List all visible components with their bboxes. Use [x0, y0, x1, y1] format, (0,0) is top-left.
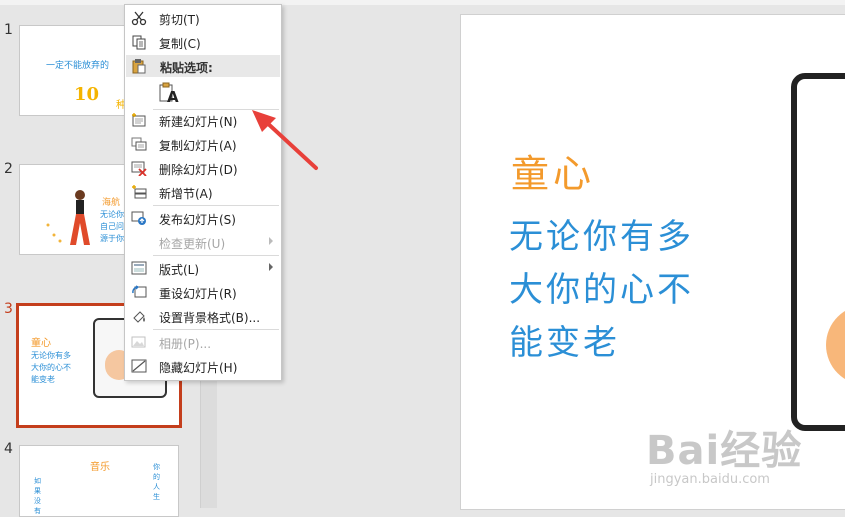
copy-icon [132, 35, 146, 50]
scissors-icon [131, 11, 147, 26]
photo-album-icon [131, 336, 146, 348]
duplicate-slide-icon [131, 137, 147, 151]
paste-icon [132, 59, 146, 74]
dancer-figure [46, 190, 90, 245]
layout-icon [131, 261, 147, 275]
menu-item-photo-album-label: 相册(P)... [159, 337, 212, 351]
thumb-2-line1: 海航 [102, 198, 121, 208]
thumb-3-line3: 能变老 [31, 375, 55, 384]
menu-item-format-background-label: 设置背景格式(B)... [159, 311, 261, 325]
submenu-arrow-icon [269, 263, 273, 271]
menu-item-hide-slide[interactable]: 隐藏幻灯片(H) [125, 355, 281, 377]
menu-item-cut-label: 剪切(T) [159, 13, 200, 27]
menu-item-add-section-label: 新增节(A) [159, 187, 213, 201]
menu-item-duplicate-slide-label: 复制幻灯片(A) [159, 139, 237, 153]
thumb-4-title: 音乐 [90, 462, 110, 473]
menu-item-check-updates[interactable]: 检查更新(U) [125, 231, 281, 253]
annotation-arrow-icon [252, 110, 318, 170]
paste-options-header: 粘贴选项: [126, 55, 280, 77]
menu-item-layout[interactable]: 版式(L) [125, 257, 281, 279]
paste-option-glyph: A [167, 88, 179, 106]
menu-item-add-section[interactable]: 新增节(A) [125, 181, 281, 203]
thumb-3-line1: 无论你有多 [31, 351, 71, 360]
menu-separator [153, 205, 279, 206]
add-section-icon [132, 185, 147, 199]
menu-separator [153, 255, 279, 256]
publish-slides-icon [131, 211, 146, 225]
slide-thumbnail-4[interactable]: 音乐 你的人生 如果没有 [19, 445, 179, 517]
thumb-2-line3: 自己问 [100, 222, 124, 231]
menu-item-reset-slide[interactable]: 重设幻灯片(R) [125, 281, 281, 303]
slide-number-4: 4 [4, 441, 13, 457]
menu-item-delete-slide-label: 删除幻灯片(D) [159, 163, 238, 177]
menu-separator [153, 329, 279, 330]
menu-item-copy[interactable]: 复制(C) [125, 31, 281, 53]
thumb-4-line1: 你的人生 [153, 463, 160, 501]
slide-body-line-1: 无论你有多 [509, 217, 694, 257]
menu-item-copy-label: 复制(C) [159, 37, 201, 51]
slide-number-1: 1 [4, 22, 13, 38]
slide-number-3: 3 [4, 301, 13, 317]
thumb-2-line4: 源于你 [100, 234, 124, 243]
menu-item-publish-slides[interactable]: 发布幻灯片(S) [125, 207, 281, 229]
format-background-icon [133, 311, 145, 323]
paste-keep-text-only-button[interactable]: A [157, 81, 181, 106]
thumb-4-line2: 如果没有 [34, 477, 41, 515]
watermark-url: jingyan.baidu.com [650, 472, 770, 487]
menu-item-layout-label: 版式(L) [159, 263, 200, 277]
context-menu: 剪切(T) 复制(C) 粘贴选项: A 新建幻灯片(N) 复制幻灯片(A) 删除… [124, 4, 282, 381]
menu-item-check-updates-label: 检查更新(U) [159, 237, 226, 251]
thumb-1-line1: 一定不能放弃的 [46, 61, 110, 71]
slide-body-line-3: 能变老 [509, 323, 620, 363]
thumb-2-line2: 无论你 [100, 210, 124, 219]
watermark-logo-text: Bai经验 [646, 428, 803, 474]
slide-number-2: 2 [4, 161, 13, 177]
slide-title[interactable]: 童心 [511, 143, 595, 198]
slide-body-text[interactable]: 无论你有多 大你的心不 能变老 [509, 211, 749, 370]
menu-item-format-background[interactable]: 设置背景格式(B)... [125, 305, 281, 327]
thumb-3-title: 童心 [31, 338, 51, 349]
reset-slide-icon [132, 285, 147, 298]
menu-item-reset-slide-label: 重设幻灯片(R) [159, 287, 237, 301]
submenu-arrow-icon [269, 237, 273, 245]
paste-options-label: 粘贴选项: [160, 61, 213, 75]
phone-image[interactable] [791, 73, 845, 431]
hide-slide-icon [131, 359, 147, 373]
menu-item-new-slide-label: 新建幻灯片(N) [159, 115, 238, 129]
menu-item-photo-album[interactable]: 相册(P)... [125, 331, 281, 353]
baidu-jingyan-watermark: Bai经验 jingyan.baidu.com [646, 418, 841, 504]
menu-item-cut[interactable]: 剪切(T) [125, 7, 281, 29]
menu-item-publish-slides-label: 发布幻灯片(S) [159, 213, 236, 227]
thumb-3-line2: 大你的心不 [31, 363, 71, 372]
thumb-1-line2: 10 [74, 84, 100, 105]
slide-body-line-2: 大你的心不 [509, 270, 694, 310]
new-slide-icon [132, 113, 146, 127]
delete-slide-icon [131, 161, 147, 176]
menu-item-hide-slide-label: 隐藏幻灯片(H) [159, 361, 238, 375]
